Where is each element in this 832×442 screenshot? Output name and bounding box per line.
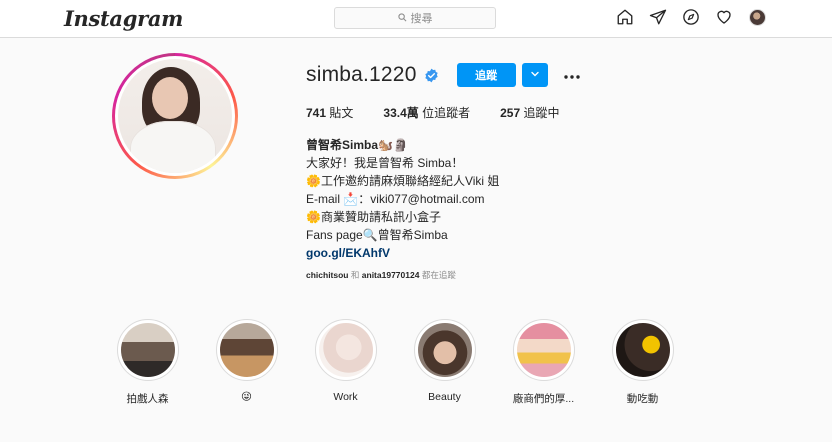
profile-picture[interactable] xyxy=(112,53,238,179)
bio-line: 🌼商業贊助請私訊小盒子 xyxy=(306,210,441,224)
highlight-item[interactable]: Work xyxy=(296,319,395,406)
profile-bio: 曾智希Simba🐿️🗿 大家好！我是曾智希 Simba！ 🌼工作邀約請麻煩聯絡經… xyxy=(306,136,499,262)
chevron-down-icon xyxy=(530,66,540,84)
highlight-item[interactable]: 廠商們的厚... xyxy=(494,319,593,406)
profile-header: simba.1220 追蹤 xyxy=(306,60,584,90)
profile-title-row: simba.1220 追蹤 xyxy=(306,60,584,90)
activity-heart-icon[interactable] xyxy=(715,8,733,26)
follow-button[interactable]: 追蹤 xyxy=(456,63,516,87)
bio-full-name: 曾智希Simba🐿️🗿 xyxy=(306,138,408,152)
bio-line: 🌼工作邀約請麻煩聯絡經紀人Viki 姐 xyxy=(306,174,500,188)
search-input[interactable]: 搜尋 xyxy=(334,7,496,29)
profile-stats: 741 貼文 33.4萬 位追蹤者 257 追蹤中 xyxy=(306,104,590,121)
story-highlights: 拍戲人森 😜 Work Beauty 廠商們的厚... 動吃動 xyxy=(98,319,692,406)
highlight-cover xyxy=(318,323,373,377)
highlight-cover xyxy=(615,323,670,377)
bio-line: E-mail 📩：viki077@hotmail.com xyxy=(306,192,485,206)
home-icon[interactable] xyxy=(616,8,634,26)
profile-photo xyxy=(118,59,232,173)
bio-website-link[interactable]: goo.gl/EKAhfV xyxy=(306,244,499,262)
followers-count[interactable]: 33.4萬 位追蹤者 xyxy=(383,104,470,121)
highlight-label: 😜 xyxy=(241,391,252,403)
top-nav-bar: Instagram 搜尋 xyxy=(0,0,832,38)
search-icon xyxy=(397,9,407,27)
highlight-item[interactable]: 😜 xyxy=(197,319,296,406)
highlight-label: 拍戲人森 xyxy=(126,393,169,405)
highlight-label: Beauty xyxy=(428,391,461,403)
followed-by-text[interactable]: chichitsou 和 anita19770124 都在追蹤 xyxy=(306,269,456,281)
avatar xyxy=(748,8,766,26)
posts-count: 741 貼文 xyxy=(306,106,354,120)
highlight-label: Work xyxy=(333,391,358,403)
highlight-cover xyxy=(417,323,472,377)
nav-icon-group xyxy=(616,8,766,26)
highlight-item[interactable]: 拍戲人森 xyxy=(98,319,197,406)
highlight-cover xyxy=(516,323,571,377)
suggested-dropdown-button[interactable] xyxy=(521,63,548,87)
highlight-label: 廠商們的厚... xyxy=(512,393,575,405)
bio-line: 大家好！我是曾智希 Simba！ xyxy=(306,156,464,170)
bio-line: Fans page🔍曾智希Simba xyxy=(306,228,448,242)
following-count[interactable]: 257 追蹤中 xyxy=(500,104,559,121)
instagram-logo[interactable]: Instagram xyxy=(64,6,183,31)
highlight-item[interactable]: Beauty xyxy=(395,319,494,406)
profile-username: simba.1220 xyxy=(306,63,417,86)
highlight-cover xyxy=(219,323,274,377)
profile-avatar[interactable] xyxy=(748,8,766,26)
highlight-label: 動吃動 xyxy=(626,393,659,405)
more-dots-icon xyxy=(563,66,580,84)
explore-icon[interactable] xyxy=(682,8,700,26)
highlight-cover xyxy=(120,323,175,377)
more-options-button[interactable] xyxy=(560,63,584,87)
direct-icon[interactable] xyxy=(649,8,667,26)
highlight-item[interactable]: 動吃動 xyxy=(593,319,692,406)
search-placeholder: 搜尋 xyxy=(410,13,433,25)
verified-badge-icon xyxy=(424,68,439,83)
